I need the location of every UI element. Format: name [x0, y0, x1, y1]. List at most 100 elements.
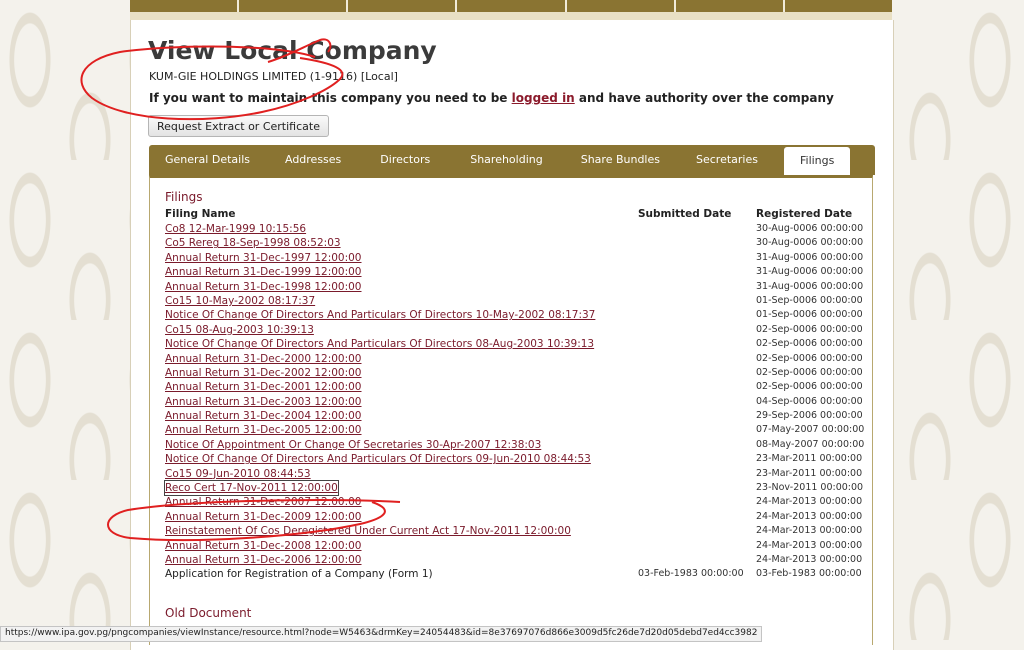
registered-date: 07-May-2007 00:00:00	[756, 424, 865, 436]
table-row: Reco Cert 17-Nov-2011 12:00:00 23-Nov-201…	[164, 480, 865, 497]
table-row: Annual Return 31-Dec-2008 12:00:00 24-Mar…	[165, 539, 865, 553]
top-nav-item[interactable]	[676, 0, 785, 12]
registered-date: 31-Aug-0006 00:00:00	[756, 280, 864, 292]
table-row: Annual Return 31-Dec-2004 12:00:00 29-Sep…	[165, 409, 865, 423]
registered-date: 30-Aug-0006 00:00:00	[756, 223, 864, 234]
table-row: Notice Of Change Of Directors And Partic…	[165, 452, 865, 466]
table-row: Annual Return 31-Dec-2002 12:00:00 02-Sep…	[165, 366, 865, 380]
column-header-registered-date: Registered Date	[756, 208, 853, 220]
tab-general-details[interactable]: General Details	[149, 145, 266, 175]
filing-link[interactable]: Annual Return 31-Dec-2000 12:00:00	[165, 352, 362, 366]
column-header-submitted-date: Submitted Date	[638, 208, 732, 220]
filing-link[interactable]: Notice Of Change Of Directors And Partic…	[165, 308, 595, 322]
filing-link[interactable]: Annual Return 31-Dec-2006 12:00:00	[165, 553, 362, 567]
top-nav-item[interactable]	[130, 0, 240, 12]
table-row: Annual Return 31-Dec-2003 12:00:00 04-Sep…	[165, 395, 865, 409]
top-nav-item[interactable]	[457, 0, 567, 12]
filing-link[interactable]: Annual Return 31-Dec-2009 12:00:00	[165, 510, 362, 524]
tab-directors[interactable]: Directors	[360, 145, 450, 175]
table-row: Notice Of Appointment Or Change Of Secre…	[165, 438, 865, 452]
registered-date: 30-Aug-0006 00:00:00	[756, 237, 864, 249]
registered-date: 04-Sep-0006 00:00:00	[756, 395, 863, 407]
company-name: KUM-GIE HOLDINGS LIMITED (1-9116) [Local…	[149, 70, 398, 83]
registered-date: 23-Nov-2011 00:00:00	[756, 482, 864, 494]
registered-date: 01-Sep-0006 00:00:00	[756, 294, 863, 306]
registered-date: 23-Mar-2011 00:00:00	[756, 467, 863, 479]
registered-date: 02-Sep-0006 00:00:00	[756, 352, 863, 364]
table-row: Annual Return 31-Dec-2007 12:00:00 24-Mar…	[165, 495, 865, 509]
table-row: Annual Return 31-Dec-1999 12:00:00 31-Aug…	[165, 265, 865, 279]
registered-date: 24-Mar-2013 00:00:00	[756, 496, 863, 508]
filing-link[interactable]: Notice Of Appointment Or Change Of Secre…	[165, 438, 541, 452]
filings-table: Co8 12-Mar-1999 10:15:56 30-Aug-0006 00:0…	[164, 222, 865, 582]
login-notice: If you want to maintain this company you…	[149, 91, 834, 105]
table-row: Notice Of Change Of Directors And Partic…	[165, 308, 865, 322]
filing-link[interactable]: Annual Return 31-Dec-2002 12:00:00	[165, 366, 362, 380]
registered-date: 02-Sep-0006 00:00:00	[756, 338, 863, 350]
filing-link[interactable]: Reco Cert 17-Nov-2011 12:00:00	[164, 480, 339, 497]
top-navigation[interactable]	[130, 0, 892, 12]
registered-date: 31-Aug-0006 00:00:00	[756, 251, 864, 263]
logged-in-link[interactable]: logged in	[512, 91, 575, 105]
tab-filings[interactable]: Filings	[783, 147, 851, 175]
filing-link[interactable]: Co5 Rereg 18-Sep-1998 08:52:03	[165, 236, 341, 250]
table-row: Annual Return 31-Dec-2005 12:00:00 07-May…	[165, 423, 865, 437]
registered-date: 24-Mar-2013 00:00:00	[756, 553, 863, 565]
table-row: Co15 08-Aug-2003 10:39:13 02-Sep-0006 00:…	[165, 323, 865, 337]
table-row: Co5 Rereg 18-Sep-1998 08:52:03 30-Aug-000…	[165, 236, 865, 250]
filing-link[interactable]: Annual Return 31-Dec-2008 12:00:00	[165, 539, 362, 553]
registered-date: 02-Sep-0006 00:00:00	[756, 381, 863, 393]
table-row: Annual Return 31-Dec-2001 12:00:00 02-Sep…	[165, 380, 865, 394]
filing-link[interactable]: Reinstatement Of Cos Deregistered Under …	[165, 524, 571, 538]
filing-link[interactable]: Annual Return 31-Dec-1999 12:00:00	[165, 265, 362, 279]
registered-date: 31-Aug-0006 00:00:00	[756, 266, 864, 278]
notice-text-start: If you want to maintain this company you…	[149, 91, 512, 105]
filing-link[interactable]: Co8 12-Mar-1999 10:15:56	[165, 222, 306, 236]
registered-date: 29-Sep-2006 00:00:00	[756, 410, 863, 422]
filing-link[interactable]: Annual Return 31-Dec-2001 12:00:00	[165, 380, 362, 394]
tab-secretaries[interactable]: Secretaries	[678, 145, 776, 175]
tab-shareholding[interactable]: Shareholding	[450, 145, 563, 175]
table-row: Reinstatement Of Cos Deregistered Under …	[165, 524, 865, 538]
page-title: View Local Company	[148, 36, 437, 65]
request-extract-button[interactable]: Request Extract or Certificate	[148, 115, 329, 137]
registered-date: 24-Mar-2013 00:00:00	[756, 539, 863, 551]
filing-link[interactable]: Annual Return 31-Dec-1998 12:00:00	[165, 280, 362, 294]
registered-date: 02-Sep-0006 00:00:00	[756, 323, 863, 335]
filing-link[interactable]: Notice Of Change Of Directors And Partic…	[165, 337, 594, 351]
top-nav-item[interactable]	[567, 0, 676, 12]
table-row: Co15 09-Jun-2010 08:44:53 23-Mar-2011 00:…	[165, 467, 865, 481]
filing-link[interactable]: Annual Return 31-Dec-2004 12:00:00	[165, 409, 362, 423]
registered-date: 01-Sep-0006 00:00:00	[756, 309, 863, 321]
submitted-date: 03-Feb-1983 00:00:00	[638, 568, 744, 580]
filing-name: Application for Registration of a Compan…	[165, 568, 433, 581]
table-row: Annual Return 31-Dec-2000 12:00:00 02-Sep…	[165, 352, 865, 366]
registered-date: 23-Mar-2011 00:00:00	[756, 453, 863, 465]
tab-share-bundles[interactable]: Share Bundles	[563, 145, 678, 175]
table-row: Annual Return 31-Dec-1998 12:00:00 31-Aug…	[165, 280, 865, 294]
top-nav-item[interactable]	[348, 0, 458, 12]
filing-link[interactable]: Co15 09-Jun-2010 08:44:53	[165, 467, 311, 481]
registered-date: 08-May-2007 00:00:00	[756, 438, 865, 450]
filing-link[interactable]: Co15 08-Aug-2003 10:39:13	[165, 323, 314, 337]
table-row: Annual Return 31-Dec-2006 12:00:00 24-Mar…	[165, 553, 865, 567]
top-nav-shadow	[130, 12, 892, 20]
top-nav-item[interactable]	[239, 0, 349, 12]
notice-text-end: and have authority over the company	[574, 91, 834, 105]
registered-date: 24-Mar-2013 00:00:00	[756, 525, 863, 537]
tab-addresses[interactable]: Addresses	[266, 145, 360, 175]
top-nav-item[interactable]	[785, 0, 892, 12]
filing-link[interactable]: Annual Return 31-Dec-2007 12:00:00	[165, 495, 362, 509]
filing-link[interactable]: Annual Return 31-Dec-2005 12:00:00	[165, 423, 362, 437]
table-row: Annual Return 31-Dec-1997 12:00:00 31-Aug…	[165, 251, 865, 265]
table-row: Co15 10-May-2002 08:17:37 01-Sep-0006 00:…	[165, 294, 865, 308]
table-row: Application for Registration of a Compan…	[165, 567, 865, 581]
filing-link[interactable]: Co15 10-May-2002 08:17:37	[165, 294, 315, 308]
table-row: Notice Of Change Of Directors And Partic…	[165, 337, 865, 351]
filing-link[interactable]: Notice Of Change Of Directors And Partic…	[165, 452, 591, 466]
filing-link[interactable]: Annual Return 31-Dec-1997 12:00:00	[165, 251, 362, 265]
old-document-title: Old Document	[165, 606, 252, 620]
table-row: Annual Return 31-Dec-2009 12:00:00 24-Mar…	[165, 510, 865, 524]
filing-link[interactable]: Annual Return 31-Dec-2003 12:00:00	[165, 395, 362, 409]
registered-date: 03-Feb-1983 00:00:00	[756, 568, 862, 580]
